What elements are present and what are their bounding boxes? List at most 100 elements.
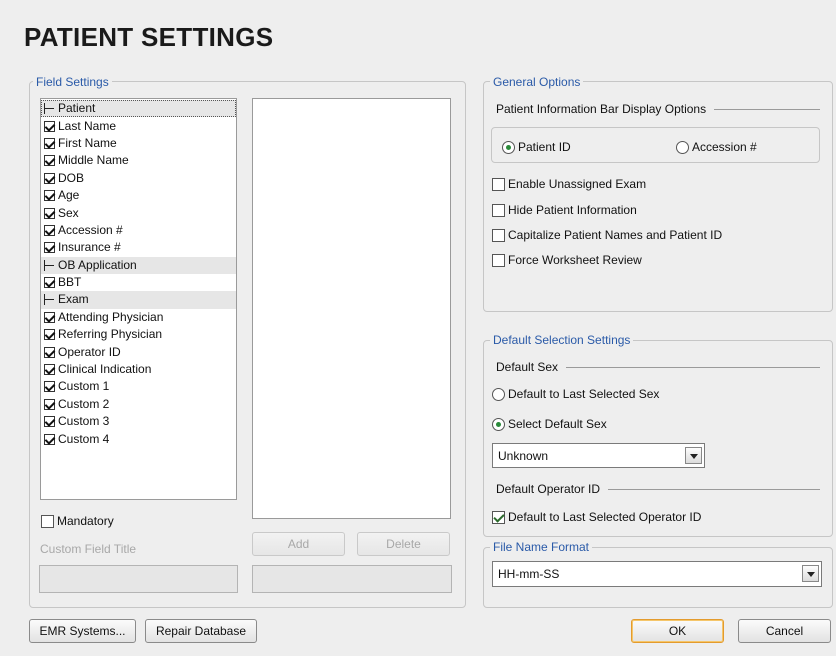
radio-select-default-sex[interactable]: Select Default Sex — [492, 417, 607, 431]
tree-item-row[interactable]: BBT — [41, 274, 236, 291]
tree-row-label: Operator ID — [58, 344, 121, 359]
tree-row-label: OB Application — [58, 257, 137, 272]
custom-field-list[interactable] — [252, 98, 451, 519]
tree-item-row[interactable]: Custom 4 — [41, 430, 236, 447]
field-checkbox[interactable] — [44, 277, 55, 289]
tree-row-label: Middle Name — [58, 153, 129, 168]
default-sex-select[interactable]: Unknown — [492, 443, 705, 468]
radio-patient-id-dot[interactable] — [502, 140, 515, 154]
tree-item-row[interactable]: First Name — [41, 135, 236, 152]
custom-field-title-input[interactable] — [39, 565, 238, 593]
field-checkbox[interactable] — [44, 433, 55, 445]
field-checkbox[interactable] — [44, 224, 55, 236]
custom-field-value-input[interactable] — [252, 565, 452, 593]
enable-unassigned-exam-box[interactable] — [492, 177, 505, 191]
add-button[interactable]: Add — [252, 532, 345, 556]
tree-item-row[interactable]: Insurance # — [41, 239, 236, 256]
tree-row-label: Insurance # — [58, 240, 121, 255]
tree-row-label: BBT — [58, 275, 82, 290]
tree-row-label: Referring Physician — [58, 327, 163, 342]
file-name-format-select[interactable]: HH-mm-SS — [492, 561, 822, 587]
field-checkbox[interactable] — [44, 155, 55, 167]
force-worksheet-review-checkbox[interactable]: Force Worksheet Review — [492, 253, 642, 267]
radio-last-selected-sex-dot[interactable] — [492, 387, 505, 401]
tree-group-row[interactable]: Patient — [41, 100, 236, 118]
tree-item-row[interactable]: Custom 1 — [41, 378, 236, 395]
field-tree[interactable]: Patient Last Name First Name Middle Name DOB… — [40, 98, 237, 500]
tree-item-row[interactable]: Operator ID — [41, 343, 236, 360]
file-name-format-legend: File Name Format — [490, 540, 593, 554]
field-checkbox[interactable] — [44, 172, 55, 184]
radio-patient-id[interactable]: Patient ID — [502, 140, 571, 154]
tree-item-row[interactable]: Clinical Indication — [41, 361, 236, 378]
tree-group-row[interactable]: OB Application — [41, 256, 236, 274]
tree-item-row[interactable]: Middle Name — [41, 152, 236, 169]
radio-accession[interactable]: Accession # — [676, 140, 757, 154]
tree-item-row[interactable]: Age — [41, 187, 236, 204]
field-checkbox[interactable] — [44, 329, 55, 341]
field-checkbox[interactable] — [44, 311, 55, 323]
tree-row-label: Custom 2 — [58, 396, 110, 411]
default-sex-section-label: Default Sex — [496, 360, 820, 374]
tree-group-row[interactable]: Exam — [41, 291, 236, 309]
tree-item-row[interactable]: Accession # — [41, 222, 236, 239]
info-bar-section-label: Patient Information Bar Display Options — [496, 102, 820, 116]
field-checkbox[interactable] — [44, 120, 55, 132]
radio-select-default-sex-label: Select Default Sex — [508, 417, 607, 431]
collapse-icon[interactable] — [44, 259, 55, 271]
info-bar-divider — [714, 108, 820, 110]
radio-select-default-sex-dot[interactable] — [492, 417, 505, 431]
field-checkbox[interactable] — [44, 398, 55, 410]
capitalize-names-checkbox[interactable]: Capitalize Patient Names and Patient ID — [492, 228, 722, 242]
tree-row-label: Sex — [58, 205, 79, 220]
mandatory-checkbox[interactable]: Mandatory — [41, 514, 114, 528]
default-last-operator-label: Default to Last Selected Operator ID — [508, 510, 702, 524]
tree-item-row[interactable]: DOB — [41, 170, 236, 187]
field-checkbox[interactable] — [44, 416, 55, 428]
cancel-button[interactable]: Cancel — [738, 619, 831, 643]
delete-button[interactable]: Delete — [357, 532, 450, 556]
field-checkbox[interactable] — [44, 190, 55, 202]
force-worksheet-review-box[interactable] — [492, 253, 505, 267]
default-operator-label: Default Operator ID — [496, 482, 601, 496]
tree-item-row[interactable]: Last Name — [41, 117, 236, 134]
radio-accession-dot[interactable] — [676, 140, 689, 154]
enable-unassigned-exam-checkbox[interactable]: Enable Unassigned Exam — [492, 177, 646, 191]
field-checkbox[interactable] — [44, 381, 55, 393]
radio-accession-label: Accession # — [692, 140, 757, 154]
tree-row-label: Age — [58, 188, 80, 203]
hide-patient-information-checkbox[interactable]: Hide Patient Information — [492, 203, 637, 217]
field-checkbox[interactable] — [44, 364, 55, 376]
default-selection-legend: Default Selection Settings — [490, 333, 634, 347]
repair-database-button[interactable]: Repair Database — [145, 619, 257, 643]
chevron-down-icon[interactable] — [685, 447, 702, 464]
field-checkbox[interactable] — [44, 242, 55, 254]
field-settings-legend: Field Settings — [33, 75, 112, 89]
field-checkbox[interactable] — [44, 137, 55, 149]
hide-patient-information-label: Hide Patient Information — [508, 203, 637, 217]
tree-row-label: Custom 1 — [58, 379, 110, 394]
emr-systems-button[interactable]: EMR Systems... — [29, 619, 136, 643]
field-checkbox[interactable] — [44, 207, 55, 219]
tree-item-row[interactable]: Sex — [41, 204, 236, 221]
tree-item-row[interactable]: Custom 2 — [41, 396, 236, 413]
file-name-format-value: HH-mm-SS — [498, 567, 560, 581]
tree-item-row[interactable]: Referring Physician — [41, 326, 236, 343]
default-last-operator-checkbox[interactable]: Default to Last Selected Operator ID — [492, 510, 701, 524]
default-last-operator-box[interactable] — [492, 510, 505, 524]
tree-item-row[interactable]: Attending Physician — [41, 309, 236, 326]
ok-button[interactable]: OK — [631, 619, 724, 643]
field-checkbox[interactable] — [44, 346, 55, 358]
collapse-icon[interactable] — [44, 294, 55, 306]
chevron-down-icon[interactable] — [802, 565, 819, 582]
mandatory-checkbox-box[interactable] — [41, 514, 54, 528]
default-sex-label: Default Sex — [496, 360, 559, 374]
force-worksheet-review-label: Force Worksheet Review — [508, 253, 642, 267]
page-title: PATIENT SETTINGS — [24, 22, 274, 52]
radio-last-selected-sex[interactable]: Default to Last Selected Sex — [492, 387, 659, 401]
tree-item-row[interactable]: Custom 3 — [41, 413, 236, 430]
collapse-icon[interactable] — [44, 103, 55, 115]
capitalize-names-box[interactable] — [492, 228, 505, 242]
hide-patient-information-box[interactable] — [492, 203, 505, 217]
general-options-legend: General Options — [490, 75, 584, 89]
